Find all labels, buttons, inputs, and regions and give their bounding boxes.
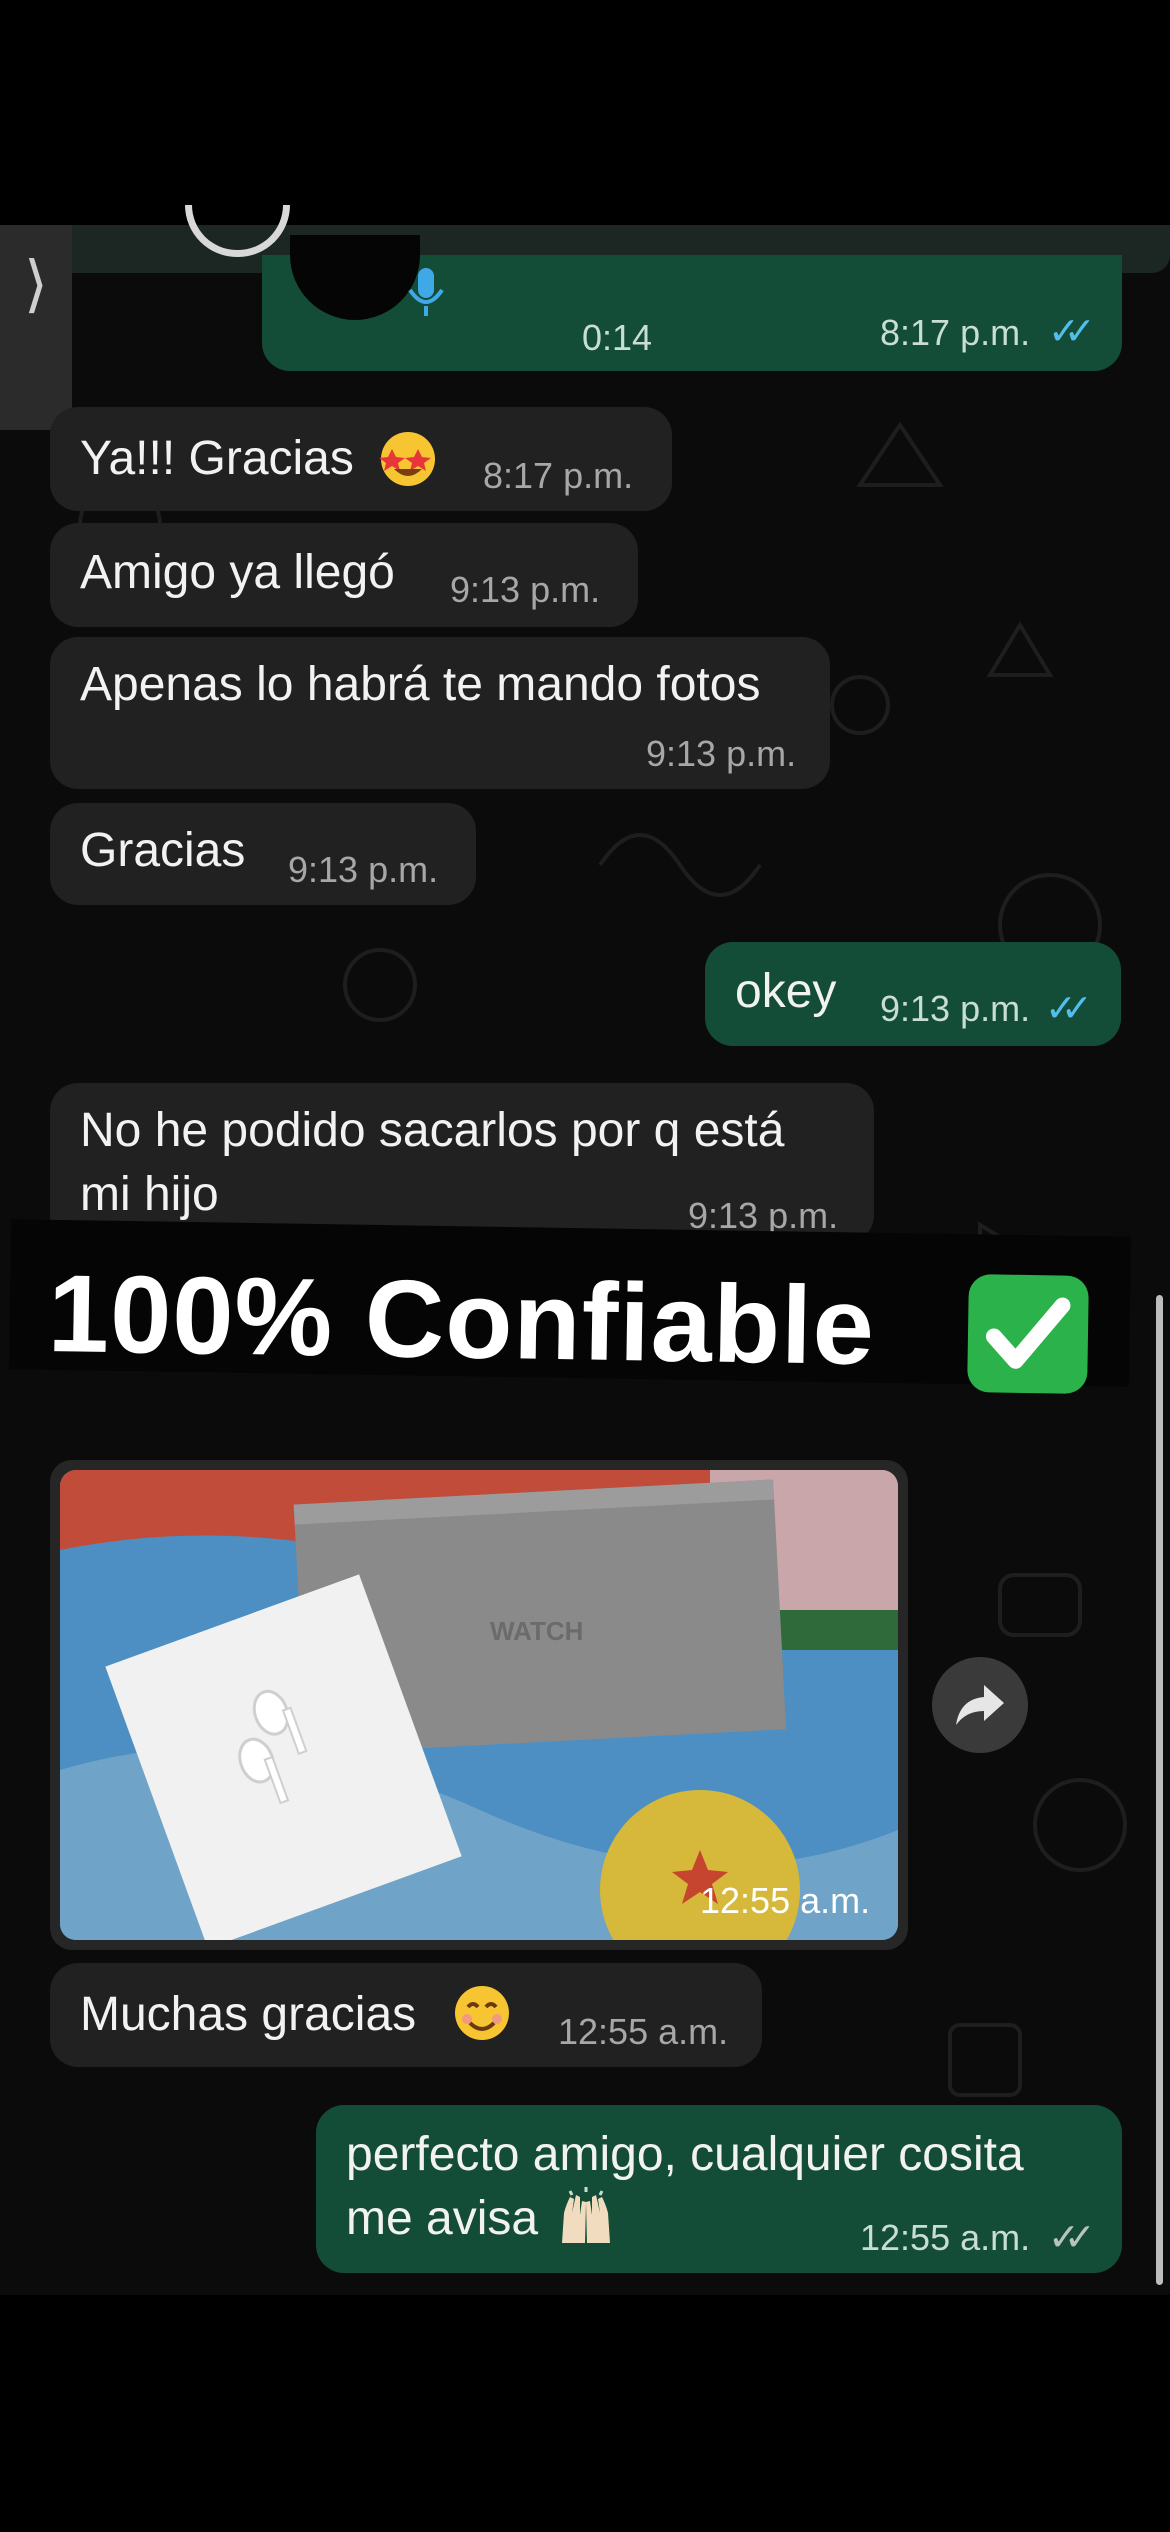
star-struck-emoji-icon [379,432,435,486]
message-time: 12:55 a.m. [860,2217,1031,2258]
outgoing-message[interactable]: perfecto amigo, cualquier cosita me avis… [316,2105,1122,2273]
incoming-message[interactable]: No he podido sacarlos por q está mi hijo… [50,1083,874,1243]
read-receipt-icon: ✓✓ [1048,311,1096,353]
banner-text: 100% Confiable [47,1252,876,1388]
incoming-message[interactable]: Muchas gracias 12:55 a.m. [50,1963,762,2067]
message-text-line1: perfecto amigo, cualquier cosita [346,2128,1024,2181]
watch-box-label: WATCH [490,1616,583,1646]
message-text: okey [735,965,837,1018]
expand-sidebar-button[interactable]: ⟩ [0,225,72,430]
read-receipt-icon: ✓✓ [1045,988,1093,1030]
delivered-receipt-icon: ✓✓ [1048,2217,1096,2259]
incoming-message[interactable]: Amigo ya llegó 9:13 p.m. [50,523,638,627]
scrollbar[interactable] [1156,1295,1163,2285]
incoming-message[interactable]: Apenas lo habrá te mando fotos 9:13 p.m. [50,637,830,789]
voice-duration: 0:14 [582,317,653,358]
photo-time: 12:55 a.m. [700,1880,871,1921]
incoming-message[interactable]: Gracias 9:13 p.m. [50,803,476,905]
message-text: Amigo ya llegó [80,546,395,599]
forward-arrow-icon [956,1685,1004,1725]
message-time: 9:13 p.m. [450,569,601,610]
product-photo[interactable]: WATCH [60,1470,898,1940]
message-time: 9:13 p.m. [646,733,797,774]
forward-button[interactable] [932,1657,1028,1753]
outgoing-message[interactable]: okey 9:13 p.m. ✓✓ [705,942,1121,1046]
message-text-line2: mi hijo [80,1168,219,1221]
message-time: 12:55 a.m. [558,2011,729,2052]
check-mark-button-emoji-icon [967,1274,1089,1394]
message-time: 9:13 p.m. [880,988,1031,1029]
message-text: Gracias [80,824,246,877]
smiling-face-emoji-icon [455,1986,509,2040]
message-text: Muchas gracias [80,1988,417,2041]
message-text-line2: me avisa [346,2192,539,2245]
chevron-right-icon: ⟩ [23,250,49,319]
message-time: 9:13 p.m. [288,849,439,890]
message-time: 8:17 p.m. [880,312,1031,353]
message-text: Apenas lo habrá te mando fotos [80,658,761,711]
microphone-icon [408,268,444,316]
message-text: Ya!!! Gracias [80,432,354,485]
message-text-line1: No he podido sacarlos por q está [80,1104,785,1157]
message-time: 8:17 p.m. [483,455,634,496]
raising-hands-emoji-icon [562,2187,610,2243]
incoming-message[interactable]: Ya!!! Gracias 8:17 p.m. [50,407,672,511]
